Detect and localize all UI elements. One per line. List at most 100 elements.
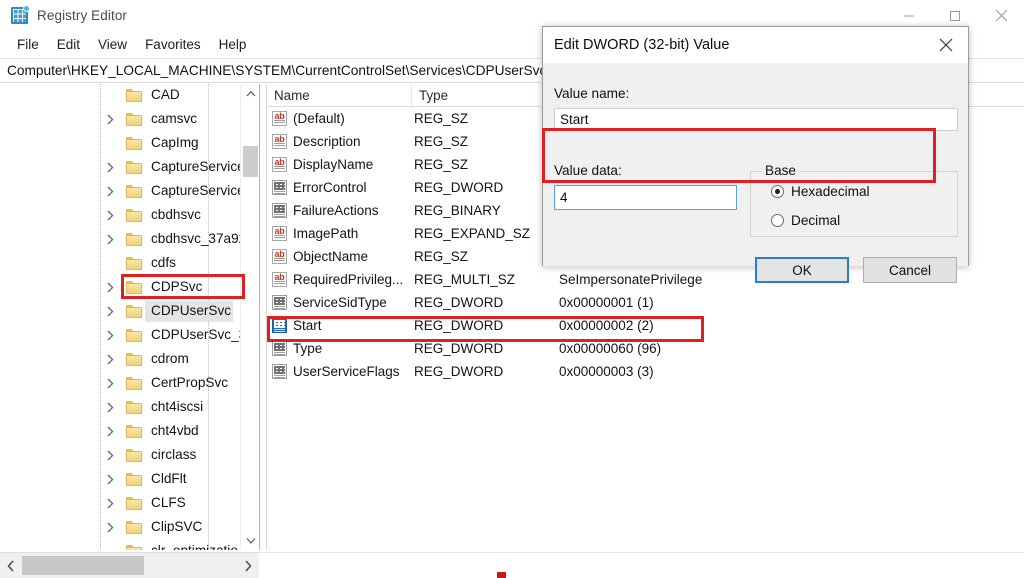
value-data-input[interactable]: 4 xyxy=(554,185,737,210)
registry-tree-pane[interactable]: CAD camsvc CapImg CaptureService CaptureServ… xyxy=(0,84,259,550)
tree-item-cht4iscsi[interactable]: cht4iscsi xyxy=(0,396,259,420)
tree-item-label: CAD xyxy=(151,87,180,102)
chevron-right-icon[interactable] xyxy=(106,306,117,317)
chevron-right-icon[interactable] xyxy=(106,498,117,509)
value-name-text: ObjectName xyxy=(293,249,369,264)
tree-item-label: CLFS xyxy=(151,495,186,510)
scroll-left-icon[interactable] xyxy=(0,553,22,578)
menu-help[interactable]: Help xyxy=(210,35,256,54)
value-type-cell: REG_SZ xyxy=(414,111,469,126)
chevron-right-icon[interactable] xyxy=(106,282,117,293)
chevron-right-icon[interactable] xyxy=(106,234,117,245)
dword-value-icon xyxy=(272,318,287,333)
table-row[interactable]: Type REG_DWORD 0x00000060 (96) xyxy=(267,337,1024,360)
tree-vertical-scrollbar[interactable] xyxy=(240,84,259,550)
tree-item-camsvc[interactable]: camsvc xyxy=(0,108,259,132)
pane-splitter[interactable] xyxy=(259,84,267,550)
value-type-cell: REG_EXPAND_SZ xyxy=(414,226,531,241)
tree-horizontal-scrollbar[interactable] xyxy=(0,552,259,578)
chevron-up-icon[interactable] xyxy=(241,84,260,103)
folder-icon xyxy=(126,473,142,486)
value-name-text: UserServiceFlags xyxy=(293,364,400,379)
chevron-right-icon[interactable] xyxy=(106,186,117,197)
dialog-body: Value name: Start Value data: 4 Base Hex… xyxy=(543,63,968,283)
cancel-button[interactable]: Cancel xyxy=(863,257,957,283)
value-type-cell: REG_SZ xyxy=(414,249,469,264)
radio-decimal[interactable]: Decimal xyxy=(771,213,840,228)
chevron-right-icon[interactable] xyxy=(106,522,117,533)
folder-icon xyxy=(126,137,142,150)
tree-item-label: CldFlt xyxy=(151,471,187,486)
folder-icon xyxy=(126,161,142,174)
chevron-right-icon[interactable] xyxy=(106,162,117,173)
radio-hexadecimal[interactable]: Hexadecimal xyxy=(771,184,870,199)
chevron-right-icon[interactable] xyxy=(106,378,117,389)
string-value-icon: ab xyxy=(272,111,287,126)
scroll-right-icon[interactable] xyxy=(237,553,259,578)
value-name-text: ServiceSidType xyxy=(293,295,387,310)
menu-edit[interactable]: Edit xyxy=(48,35,89,54)
chevron-right-icon[interactable] xyxy=(106,354,117,365)
radio-decimal-label: Decimal xyxy=(791,213,841,228)
menu-favorites[interactable]: Favorites xyxy=(136,35,210,54)
folder-icon xyxy=(126,401,142,414)
value-name-text: FailureActions xyxy=(293,203,379,218)
column-header-type[interactable]: Type xyxy=(412,84,557,107)
table-row[interactable]: Start REG_DWORD 0x00000002 (2) xyxy=(267,314,1024,337)
tree-item-cdpusersvc-37[interactable]: CDPUserSvc_37 xyxy=(0,324,259,348)
table-row[interactable]: UserServiceFlags REG_DWORD 0x00000003 (3) xyxy=(267,360,1024,383)
table-row[interactable]: ServiceSidType REG_DWORD 0x00000001 (1) xyxy=(267,291,1024,314)
tree-item-clr-optimizatio[interactable]: clr_optimizatio xyxy=(0,540,259,550)
tree-item-cbdhsvc[interactable]: cbdhsvc xyxy=(0,204,259,228)
registry-editor-icon xyxy=(11,5,30,24)
tree-item-label: cht4iscsi xyxy=(151,399,204,414)
menu-file[interactable]: File xyxy=(8,35,48,54)
chevron-down-icon[interactable] xyxy=(241,531,260,550)
tree-item-clipsvc[interactable]: ClipSVC xyxy=(0,516,259,540)
tree-item-clfs[interactable]: CLFS xyxy=(0,492,259,516)
tree-item-label: camsvc xyxy=(151,111,198,126)
chevron-right-icon[interactable] xyxy=(106,330,117,341)
tree-item-label: CaptureService xyxy=(151,159,245,174)
scrollbar-thumb[interactable] xyxy=(22,556,144,575)
dword-value-icon xyxy=(272,295,287,310)
tree-item-cldflt[interactable]: CldFlt xyxy=(0,468,259,492)
value-name-cell: ErrorControl xyxy=(267,180,412,195)
tree-item-cdfs[interactable]: cdfs xyxy=(0,252,259,276)
scrollbar-thumb[interactable] xyxy=(243,146,258,177)
tree-item-captureservice[interactable]: CaptureService xyxy=(0,180,259,204)
value-name-input[interactable]: Start xyxy=(554,108,958,131)
tree-item-cdrom[interactable]: cdrom xyxy=(0,348,259,372)
chevron-right-icon[interactable] xyxy=(106,450,117,461)
annotation-artifact xyxy=(497,572,506,578)
ok-button[interactable]: OK xyxy=(755,257,849,283)
value-data-cell: 0x00000003 (3) xyxy=(559,364,654,379)
chevron-right-icon[interactable] xyxy=(106,402,117,413)
tree-item-cbdhsvc-37a92[interactable]: cbdhsvc_37a92 xyxy=(0,228,259,252)
tree-item-cht4vbd[interactable]: cht4vbd xyxy=(0,420,259,444)
tree-item-captureservice[interactable]: CaptureService xyxy=(0,156,259,180)
registry-tree-list: CAD camsvc CapImg CaptureService CaptureServ… xyxy=(0,84,259,550)
string-value-icon: ab xyxy=(272,157,287,172)
tree-item-certpropsvc[interactable]: CertPropSvc xyxy=(0,372,259,396)
value-name-text: Start xyxy=(293,318,322,333)
chevron-right-icon[interactable] xyxy=(106,474,117,485)
value-type-cell: REG_DWORD xyxy=(414,364,504,379)
value-name-text: Description xyxy=(293,134,361,149)
close-icon[interactable] xyxy=(978,0,1024,31)
menu-view[interactable]: View xyxy=(89,35,136,54)
chevron-right-icon[interactable] xyxy=(106,210,117,221)
tree-item-cdpusersvc[interactable]: CDPUserSvc xyxy=(0,300,259,324)
tree-item-capimg[interactable]: CapImg xyxy=(0,132,259,156)
tree-item-label: CDPSvc xyxy=(151,279,203,294)
value-type-cell: REG_SZ xyxy=(414,157,469,172)
tree-item-cad[interactable]: CAD xyxy=(0,84,259,108)
chevron-right-icon[interactable] xyxy=(106,426,117,437)
value-name-cell: Type xyxy=(267,341,412,356)
folder-icon xyxy=(126,257,142,270)
tree-item-circlass[interactable]: circlass xyxy=(0,444,259,468)
close-icon[interactable] xyxy=(923,27,968,63)
column-header-name[interactable]: Name xyxy=(267,84,412,107)
tree-item-cdpsvc[interactable]: CDPSvc xyxy=(0,276,259,300)
chevron-right-icon[interactable] xyxy=(106,114,117,125)
